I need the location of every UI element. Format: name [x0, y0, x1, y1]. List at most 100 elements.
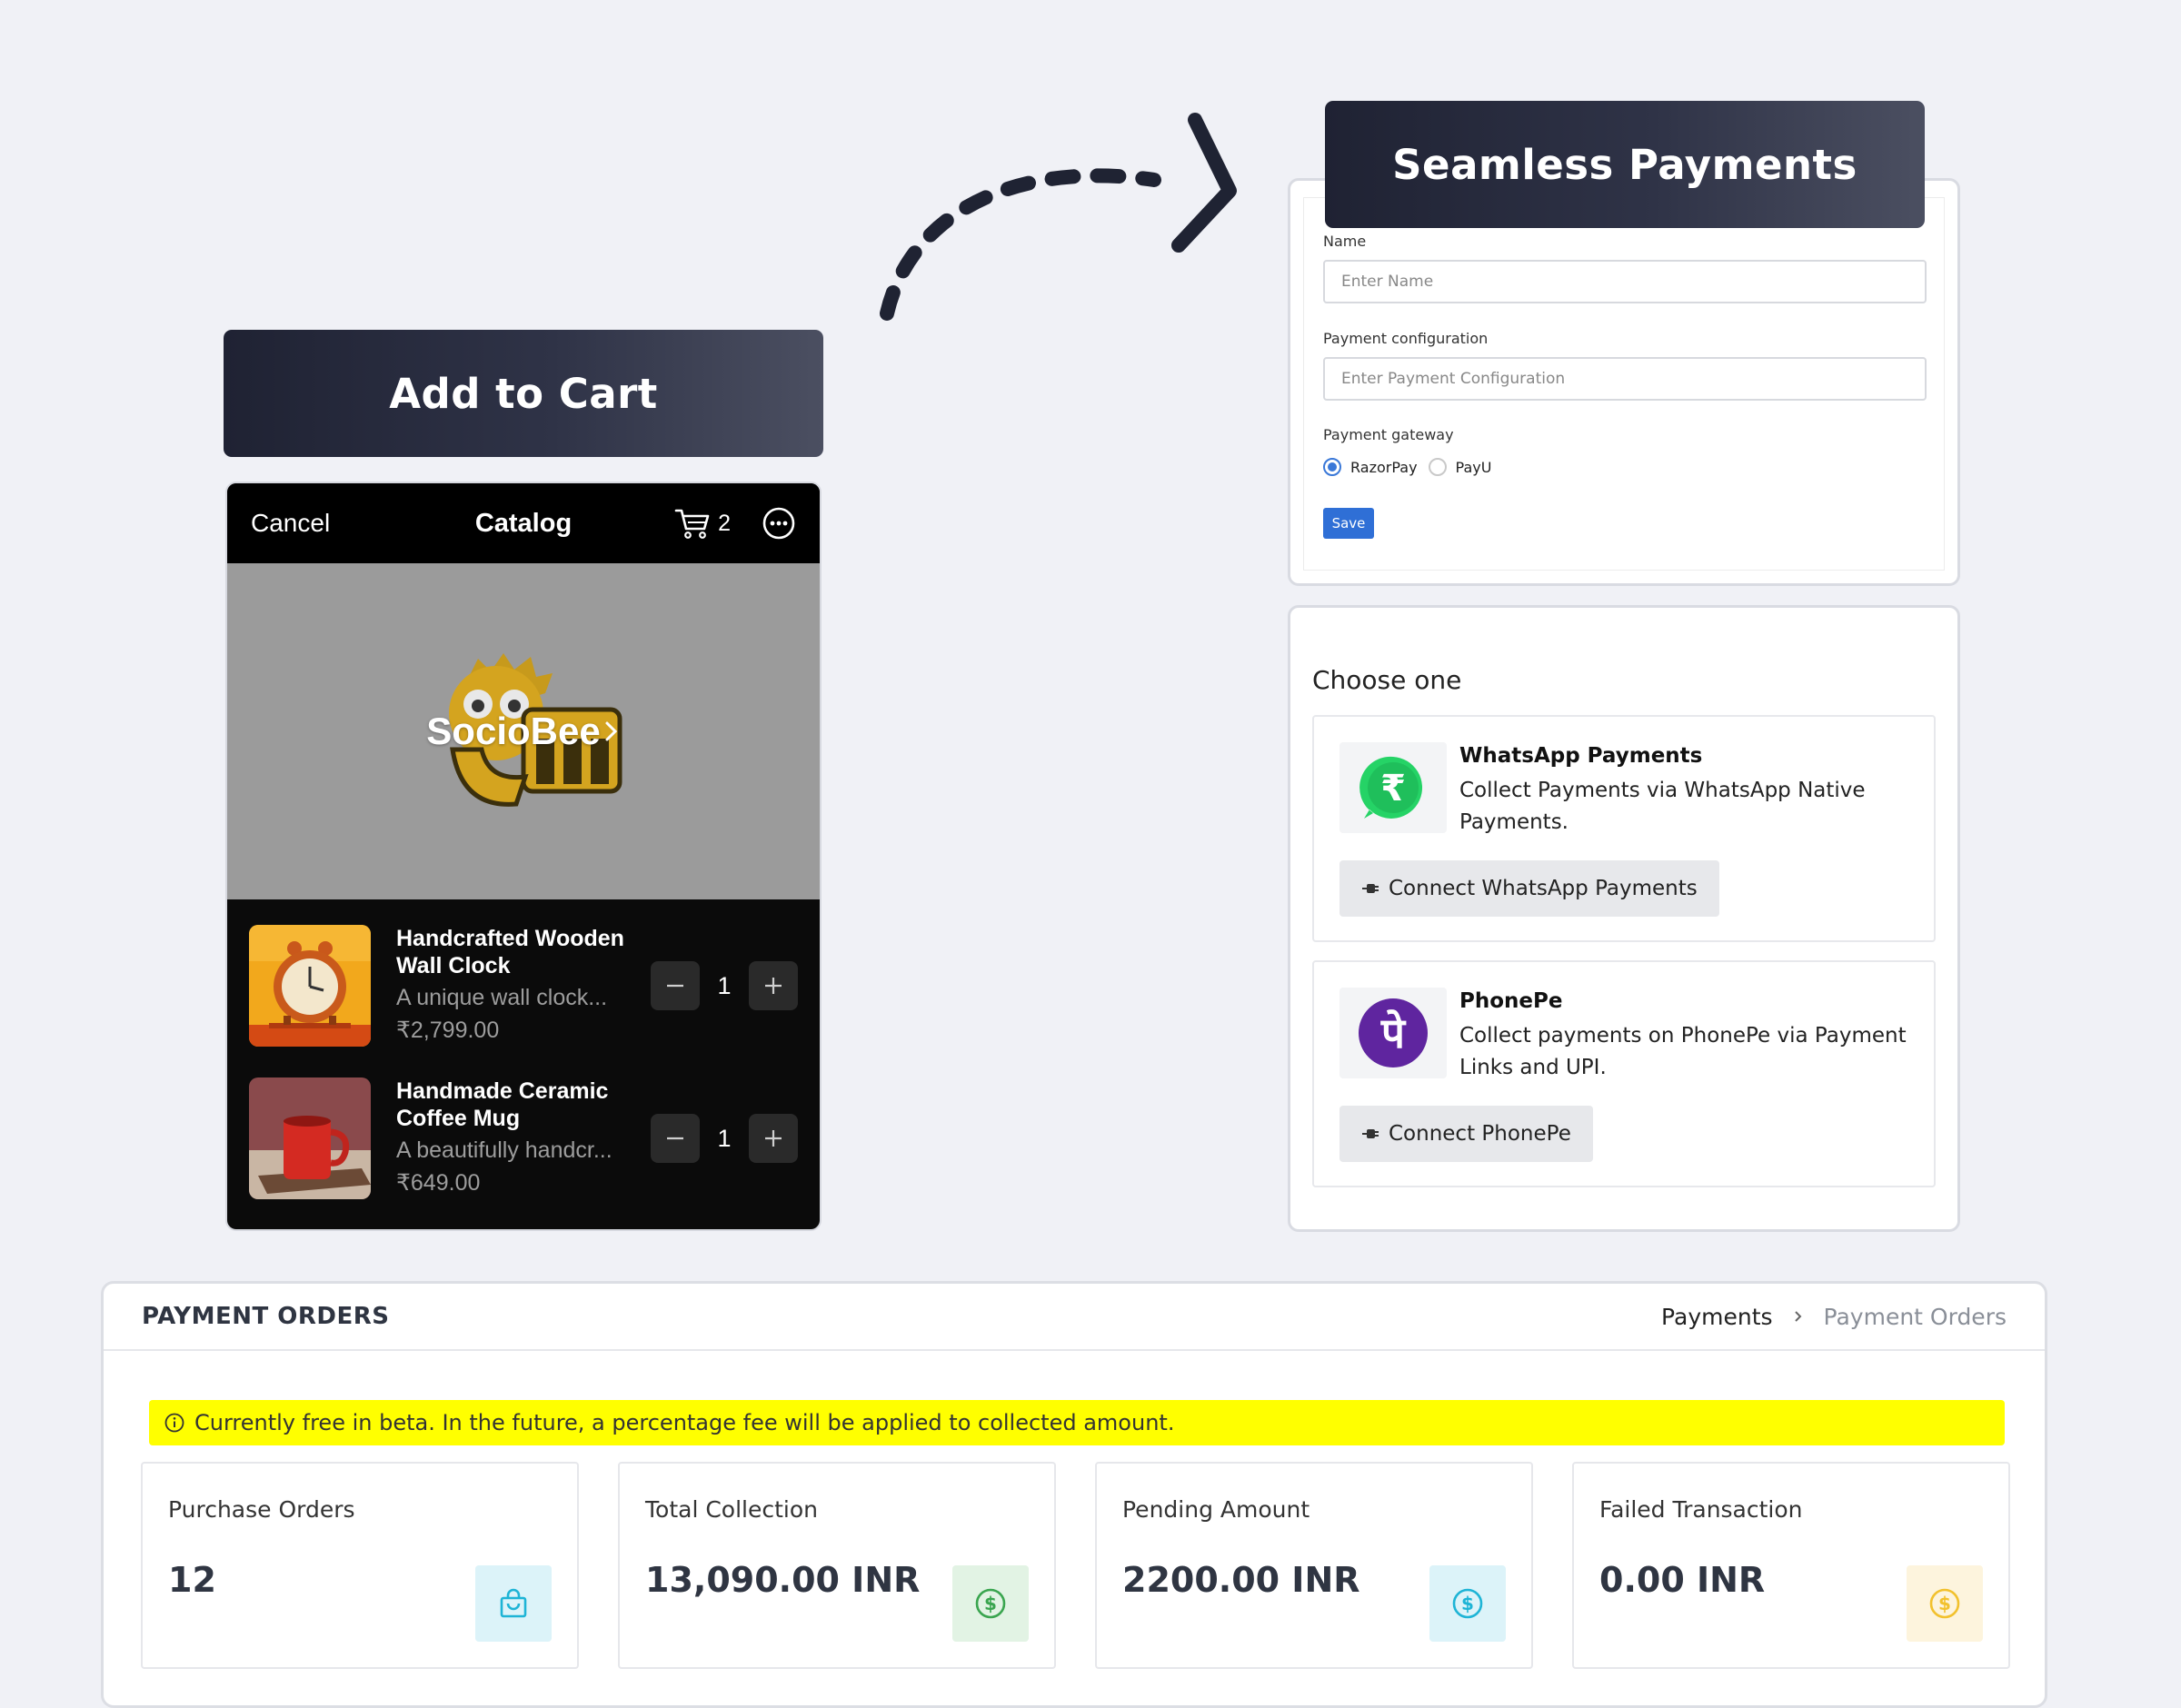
- store-brand-name: SocioBee: [426, 710, 601, 752]
- payment-gateway-label: Payment gateway: [1323, 426, 1454, 443]
- more-options-icon[interactable]: [762, 506, 796, 541]
- razorpay-radio[interactable]: [1323, 458, 1341, 476]
- increase-quantity-button[interactable]: [749, 1114, 798, 1163]
- razorpay-radio-label[interactable]: RazorPay: [1350, 459, 1418, 476]
- shopping-bag-icon: [475, 1565, 552, 1642]
- quantity-stepper: 1: [651, 961, 798, 1010]
- svg-text:$: $: [1938, 1593, 1951, 1614]
- product-price: ₹2,799.00: [396, 1018, 500, 1043]
- stat-label: Pending Amount: [1122, 1496, 1310, 1523]
- payment-config-placeholder: Enter Payment Configuration: [1341, 370, 1566, 388]
- plus-icon: [765, 978, 782, 994]
- stat-value: 2200.00 INR: [1122, 1560, 1360, 1600]
- minus-icon: [667, 984, 683, 988]
- connect-whatsapp-payments-button[interactable]: Connect WhatsApp Payments: [1339, 860, 1719, 917]
- connect-whatsapp-payments-label: Connect WhatsApp Payments: [1389, 877, 1698, 900]
- dollar-coin-icon: $: [952, 1565, 1029, 1642]
- cancel-button[interactable]: Cancel: [251, 509, 330, 538]
- stat-card-total-collection: Total Collection 13,090.00 INR $: [618, 1462, 1056, 1669]
- payment-provider-chooser: Choose one ₹ WhatsApp Payments Collect P…: [1288, 605, 1960, 1232]
- cart-count: 2: [718, 510, 731, 536]
- beta-notice-text: Currently free in beta. In the future, a…: [194, 1410, 1175, 1435]
- breadcrumb-payments[interactable]: Payments: [1661, 1304, 1772, 1330]
- payment-config-input[interactable]: Enter Payment Configuration: [1323, 357, 1927, 401]
- product-name-line: Coffee Mug: [396, 1106, 521, 1131]
- catalog-phone-screen: Cancel Catalog 2 SocioBee Handcrafted Wo…: [225, 482, 822, 1231]
- catalog-title: Catalog: [474, 508, 573, 538]
- stat-card-purchase-orders: Purchase Orders 12: [141, 1462, 579, 1669]
- svg-text:₹: ₹: [1380, 768, 1406, 809]
- stat-value: 13,090.00 INR: [645, 1560, 921, 1600]
- decrease-quantity-button[interactable]: [651, 961, 700, 1010]
- quantity-stepper: 1: [651, 1114, 798, 1163]
- minus-icon: [667, 1137, 683, 1140]
- plus-icon: [765, 1130, 782, 1147]
- name-input-placeholder: Enter Name: [1341, 273, 1434, 291]
- info-icon: [164, 1413, 184, 1433]
- chevron-right-icon: [605, 721, 617, 741]
- payment-config-form: Name Enter Name Payment configuration En…: [1288, 178, 1960, 586]
- product-name-line: Wall Clock: [396, 953, 511, 978]
- wall-clock-image: [249, 925, 371, 1047]
- stat-card-pending-amount: Pending Amount 2200.00 INR $: [1095, 1462, 1533, 1669]
- seamless-payments-banner: Seamless Payments: [1325, 101, 1925, 228]
- dashed-arrow-icon: [880, 113, 1237, 321]
- stat-label: Total Collection: [645, 1496, 818, 1523]
- product-name: Handcrafted Wooden Wall Clock: [396, 925, 637, 979]
- stat-value: 0.00 INR: [1599, 1560, 1766, 1600]
- plug-icon: [1362, 884, 1379, 893]
- add-to-cart-banner: Add to Cart: [224, 330, 823, 457]
- stat-value: 12: [168, 1560, 216, 1600]
- cart-button[interactable]: 2: [674, 507, 731, 540]
- product-name-line: Handmade Ceramic: [396, 1078, 609, 1104]
- dollar-coin-icon: $: [1907, 1565, 1983, 1642]
- payu-radio-label[interactable]: PayU: [1456, 459, 1492, 476]
- product-name: Handmade Ceramic Coffee Mug: [396, 1077, 637, 1132]
- phonepe-icon: पे: [1339, 988, 1447, 1078]
- cart-icon: [674, 509, 710, 539]
- save-button[interactable]: Save: [1323, 508, 1374, 539]
- connect-phonepe-label: Connect PhonePe: [1389, 1122, 1571, 1146]
- svg-text:पे: पे: [1380, 1008, 1407, 1058]
- product-item[interactable]: Handmade Ceramic Coffee Mug A beautifull…: [249, 1077, 798, 1229]
- beta-notice: Currently free in beta. In the future, a…: [149, 1400, 2005, 1445]
- option-title: WhatsApp Payments: [1459, 744, 1703, 768]
- stat-label: Failed Transaction: [1599, 1496, 1803, 1523]
- choose-title: Choose one: [1312, 665, 1462, 695]
- page-title: PAYMENT ORDERS: [142, 1303, 390, 1330]
- add-to-cart-banner-title: Add to Cart: [389, 369, 658, 418]
- catalog-top-bar: Cancel Catalog 2: [227, 483, 820, 563]
- seamless-payments-banner-title: Seamless Payments: [1392, 140, 1857, 189]
- name-input[interactable]: Enter Name: [1323, 260, 1927, 303]
- decrease-quantity-button[interactable]: [651, 1114, 700, 1163]
- stat-label: Purchase Orders: [168, 1496, 355, 1523]
- plug-icon: [1362, 1129, 1379, 1138]
- option-description: Collect payments on PhonePe via Payment …: [1459, 1024, 1907, 1079]
- product-list: Handcrafted Wooden Wall Clock A unique w…: [227, 899, 820, 1229]
- whatsapp-rupee-icon: ₹: [1339, 742, 1447, 833]
- store-hero[interactable]: SocioBee: [227, 563, 820, 899]
- name-label: Name: [1323, 233, 1367, 250]
- chevron-right-icon: [1794, 1311, 1801, 1322]
- product-item[interactable]: Handcrafted Wooden Wall Clock A unique w…: [249, 925, 798, 1077]
- svg-text:$: $: [1461, 1593, 1474, 1614]
- coffee-mug-image: [249, 1077, 371, 1199]
- breadcrumb-payment-orders: Payment Orders: [1823, 1303, 2007, 1330]
- stat-card-failed-transaction: Failed Transaction 0.00 INR $: [1572, 1462, 2010, 1669]
- svg-text:$: $: [984, 1593, 997, 1614]
- phonepe-option: पे PhonePe Collect payments on PhonePe v…: [1312, 960, 1936, 1187]
- whatsapp-payments-option: ₹ WhatsApp Payments Collect Payments via…: [1312, 715, 1936, 942]
- quantity-value: 1: [717, 1124, 732, 1152]
- quantity-value: 1: [717, 971, 732, 999]
- payment-orders-panel: PAYMENT ORDERS Payments Payment Orders C…: [101, 1281, 2047, 1708]
- option-description: Collect Payments via WhatsApp Native Pay…: [1459, 779, 1866, 834]
- payment-config-label: Payment configuration: [1323, 330, 1489, 347]
- product-price: ₹649.00: [396, 1170, 481, 1196]
- product-description: A beautifully handcr...: [396, 1137, 612, 1163]
- product-name-line: Handcrafted Wooden: [396, 926, 624, 951]
- connect-phonepe-button[interactable]: Connect PhonePe: [1339, 1106, 1593, 1162]
- dollar-coin-icon: $: [1429, 1565, 1506, 1642]
- increase-quantity-button[interactable]: [749, 961, 798, 1010]
- payu-radio[interactable]: [1428, 458, 1447, 476]
- payment-orders-header: PAYMENT ORDERS Payments Payment Orders: [104, 1284, 2045, 1351]
